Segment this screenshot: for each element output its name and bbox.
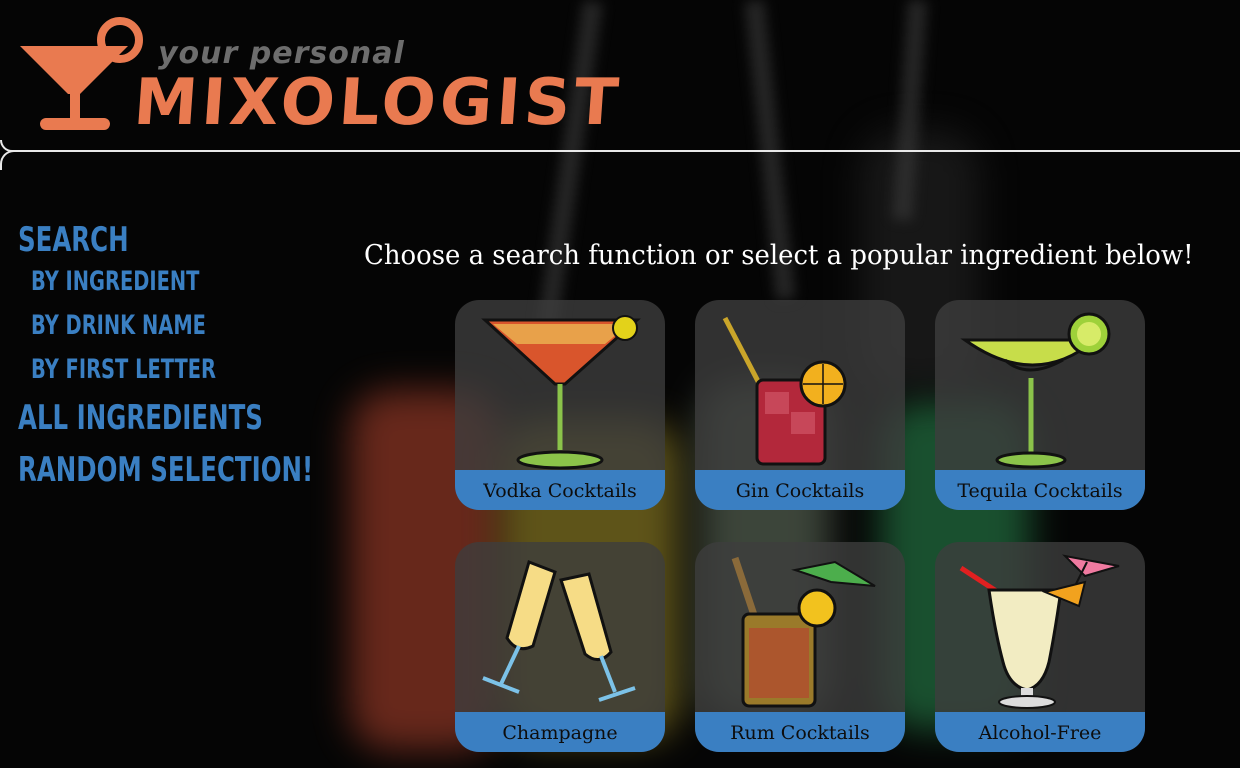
margarita-icon [960,312,1111,469]
card-label: Champagne [455,712,665,752]
card-label: Gin Cocktails [695,470,905,510]
nav-search[interactable]: Search [18,220,234,260]
card-label: Vodka Cocktails [455,470,665,510]
nav-random-selection[interactable]: Random Selection! [18,450,313,490]
card-label: Tequila Cocktails [935,470,1145,510]
card-label: Rum Cocktails [695,712,905,752]
nav-by-first-letter[interactable]: By First Letter [18,348,234,392]
page-prompt: Choose a search function or select a pop… [364,240,1194,271]
nav-by-drink-name[interactable]: By Drink Name [18,304,234,348]
pina-colada-icon [959,554,1120,709]
card-label: Alcohol-Free [935,712,1145,752]
card-alcohol-free[interactable]: Alcohol-Free [935,542,1145,752]
header-divider [0,140,1240,152]
card-gin-cocktails[interactable]: Gin Cocktails [695,300,905,510]
card-rum-cocktails[interactable]: Rum Cocktails [695,542,905,752]
header-divider-corner [0,150,20,170]
champagne-toast-icon [482,560,636,702]
card-vodka-cocktails[interactable]: Vodka Cocktails [455,300,665,510]
card-champagne[interactable]: Champagne [455,542,665,752]
nav-all-ingredients[interactable]: All Ingredients [18,398,263,438]
rum-glass-icon [731,556,876,708]
highball-glass-icon [722,316,847,466]
site-header: your personal MIXOLOGIST [0,0,1240,170]
logo-title[interactable]: MIXOLOGIST [131,66,624,140]
martini-icon [481,315,641,470]
cocktail-glass-logo-icon[interactable] [16,14,146,138]
card-tequila-cocktails[interactable]: Tequila Cocktails [935,300,1145,510]
sidebar-nav: Search By Ingredient By Drink Name By Fi… [18,220,318,490]
nav-by-ingredient[interactable]: By Ingredient [18,260,234,304]
